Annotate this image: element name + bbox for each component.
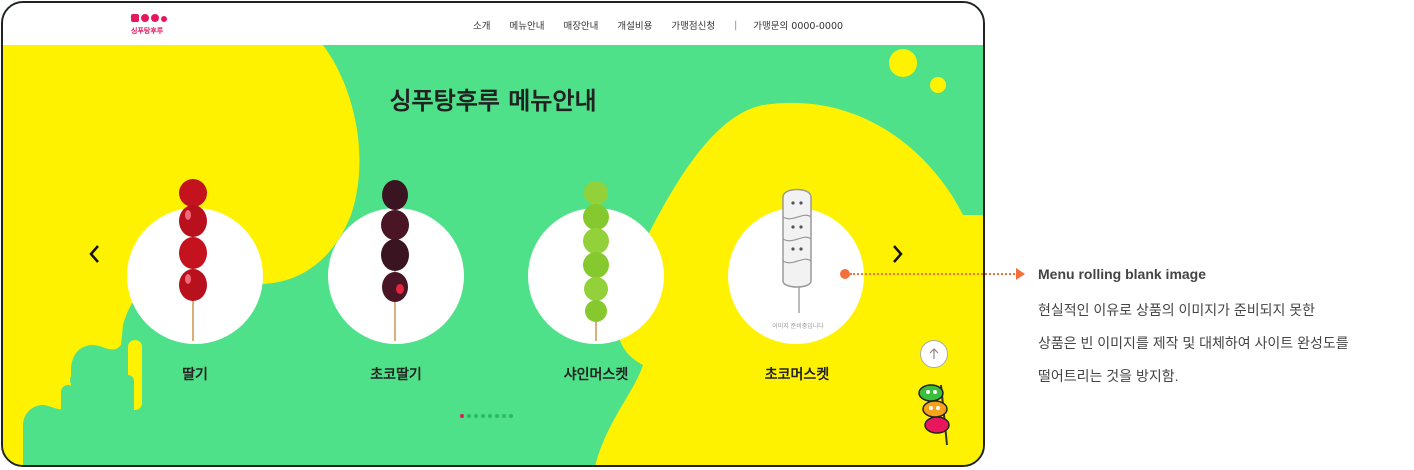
pagination-dot[interactable] <box>460 414 464 418</box>
nav-separator: | <box>734 19 738 31</box>
brand-logo[interactable]: 싱푸탕후루 <box>130 13 168 35</box>
pagination-dot[interactable] <box>467 414 471 418</box>
pagination-dot[interactable] <box>474 414 478 418</box>
product-name: 초코머스켓 <box>764 367 830 383</box>
product-name: 샤인머스켓 <box>563 367 629 383</box>
annotation-line: 떨어트리는 것을 방지함. <box>1038 368 1179 384</box>
annotation-heading: Menu rolling blank image <box>1038 266 1207 282</box>
annotation-line: 상품은 빈 이미지를 제작 및 대체하여 사이트 완성도를 <box>1038 335 1349 351</box>
pagination-dot[interactable] <box>481 414 485 418</box>
main-nav: 소개 메뉴안내 매장안내 개설비용 가맹점신청 | 가맹문의 0000-0000 <box>473 18 843 33</box>
product-name: 초코딸기 <box>370 367 422 383</box>
franchise-phone[interactable]: 가맹문의 0000-0000 <box>753 18 843 32</box>
shine-muscat-skewer-image <box>583 181 609 341</box>
site-header: 싱푸탕후루 소개 메뉴안내 매장안내 개설비용 가맹점신청 | 가맹문의 000… <box>3 3 983 45</box>
nav-item-franchise[interactable]: 가맹점신청 <box>671 18 715 32</box>
pagination-dot[interactable] <box>502 414 506 418</box>
prev-arrow-icon[interactable] <box>85 239 105 269</box>
nav-item-stores[interactable]: 매장안내 <box>563 18 598 32</box>
pagination-dot[interactable] <box>495 414 499 418</box>
strawberry-skewer-image <box>179 179 207 341</box>
nav-item-menu[interactable]: 메뉴안내 <box>509 18 544 32</box>
mascot-skewer-icon <box>918 384 950 446</box>
placeholder-skewer-image <box>782 188 812 313</box>
pagination-dot[interactable] <box>509 414 513 418</box>
image-preparing-text: 이미지 준비중입니다 <box>772 323 824 330</box>
annotation-text-block: Menu rolling blank image 현실적인 이유로 상품의 이미… <box>1038 266 1349 393</box>
nav-item-cost[interactable]: 개설비용 <box>617 18 652 32</box>
annotation-line: 현실적인 이유로 상품의 이미지가 준비되지 못한 <box>1038 302 1316 318</box>
next-arrow-icon[interactable] <box>887 239 907 269</box>
pagination-dot[interactable] <box>488 414 492 418</box>
scroll-top-button[interactable] <box>920 340 948 368</box>
logo-wordmark: 싱푸탕후루 <box>131 26 164 35</box>
choco-strawberry-skewer-image <box>381 180 409 341</box>
annotation-leader-line <box>850 273 1018 275</box>
site-mockup-frame: 싱푸탕후루 소개 메뉴안내 매장안내 개설비용 가맹점신청 | 가맹문의 000… <box>1 1 985 467</box>
nav-item-intro[interactable]: 소개 <box>473 18 490 32</box>
product-name: 딸기 <box>182 367 208 383</box>
annotation-marker <box>840 269 850 279</box>
section-title: 싱푸탕후루 메뉴안내 <box>389 87 597 115</box>
carousel-pagination <box>460 414 513 418</box>
arrow-up-icon <box>929 348 939 359</box>
annotation-arrow-icon <box>1016 268 1025 280</box>
